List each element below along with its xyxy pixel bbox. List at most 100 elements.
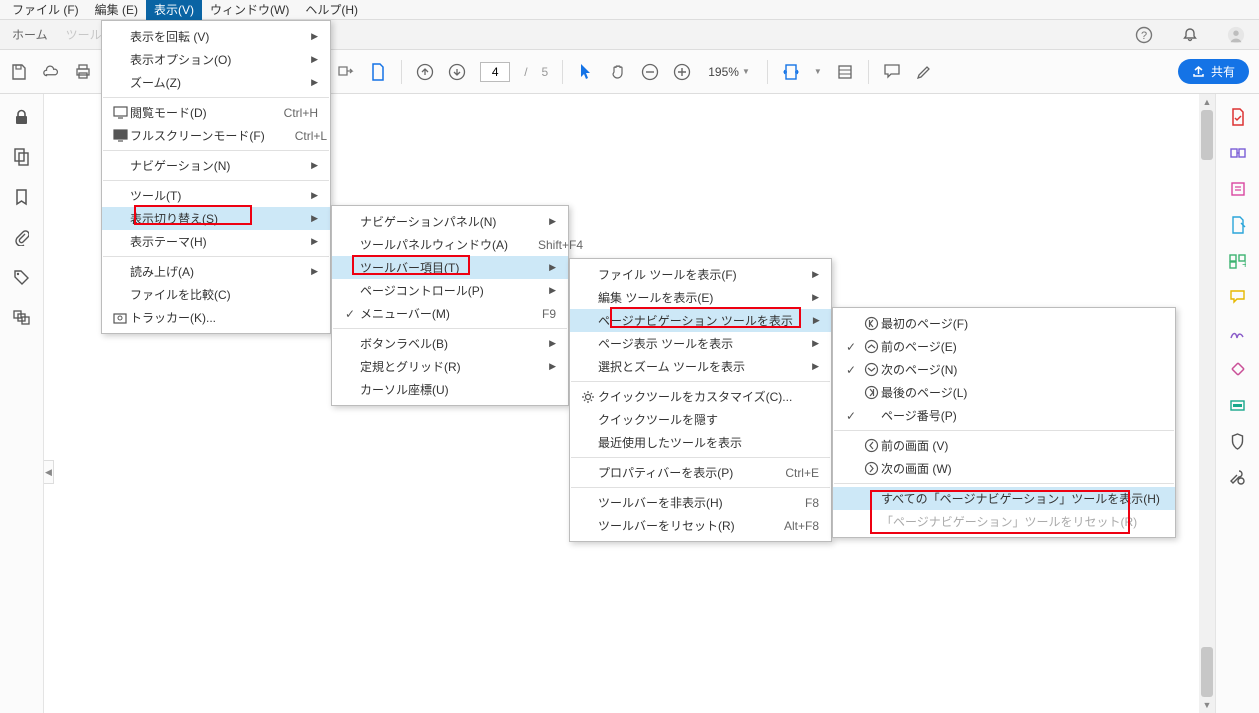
fit-width-icon[interactable]: [782, 63, 800, 81]
save-icon[interactable]: [10, 63, 28, 81]
menu-hide-quick[interactable]: クイックツールを隠す: [570, 408, 831, 431]
scroll-up-icon[interactable]: ▲: [1199, 94, 1215, 110]
menu-display-options[interactable]: 表示オプション(O)▶: [102, 48, 330, 71]
menu-button-labels[interactable]: ボタンラベル(B)▶: [332, 332, 568, 355]
menu-display-theme[interactable]: 表示テーマ(H)▶: [102, 230, 330, 253]
tag-icon[interactable]: [13, 268, 31, 286]
menu-menubar[interactable]: ✓メニューバー(M)F9: [332, 302, 568, 325]
layers-icon[interactable]: [13, 308, 31, 326]
comment-icon[interactable]: [883, 63, 901, 81]
menu-toggle-display[interactable]: 表示切り替え(S)▶: [102, 207, 330, 230]
send-icon[interactable]: [337, 63, 355, 81]
menu-next-view[interactable]: 次の画面 (W): [833, 457, 1175, 480]
menu-reset-toolbar[interactable]: ツールバーをリセット(R)Alt+F8: [570, 514, 831, 537]
menu-select-zoom-tools[interactable]: 選択とズーム ツールを表示▶: [570, 355, 831, 378]
menu-customize-quick[interactable]: クイックツールをカスタマイズ(C)...: [570, 385, 831, 408]
request-sign-icon[interactable]: [1229, 216, 1247, 234]
menu-prev-view[interactable]: 前の画面 (V): [833, 434, 1175, 457]
scroll-thumb[interactable]: [1201, 110, 1213, 160]
menu-file-tools[interactable]: ファイル ツールを表示(F)▶: [570, 263, 831, 286]
menu-page-nav-tools[interactable]: ページナビゲーション ツールを表示▶: [570, 309, 831, 332]
menu-tracker[interactable]: トラッカー(K)...: [102, 306, 330, 329]
help-icon[interactable]: ?: [1135, 26, 1153, 44]
print-icon[interactable]: [74, 63, 92, 81]
menu-file[interactable]: ファイル (F): [4, 0, 87, 20]
zoom-out-icon[interactable]: [641, 63, 659, 81]
menu-read-aloud[interactable]: 読み上げ(A)▶: [102, 260, 330, 283]
menu-navigation[interactable]: ナビゲーション(N)▶: [102, 154, 330, 177]
menu-rotate-view[interactable]: 表示を回転 (V)▶: [102, 25, 330, 48]
menubar: ファイル (F) 編集 (E) 表示(V) ウィンドウ(W) ヘルプ(H): [0, 0, 1259, 20]
redact-icon[interactable]: [1229, 396, 1247, 414]
menu-last-page[interactable]: 最後のページ(L): [833, 381, 1175, 404]
check-icon: ✓: [841, 363, 861, 377]
attachment-icon[interactable]: [13, 228, 31, 246]
page-up-icon[interactable]: [416, 63, 434, 81]
left-rail: [0, 94, 44, 713]
zoom-level[interactable]: 195%▼: [705, 62, 753, 82]
menu-help[interactable]: ヘルプ(H): [297, 0, 366, 20]
organize-icon[interactable]: +: [1229, 252, 1247, 270]
prev-page-icon: [861, 339, 881, 354]
menu-compare-files[interactable]: ファイルを比較(C): [102, 283, 330, 306]
menu-page-controls[interactable]: ページコントロール(P)▶: [332, 279, 568, 302]
share-button[interactable]: 共有: [1178, 59, 1249, 84]
more-tools-icon[interactable]: [1229, 468, 1247, 486]
menu-tool-panel[interactable]: ツールパネルウィンドウ(A)Shift+F4: [332, 233, 568, 256]
menu-zoom[interactable]: ズーム(Z)▶: [102, 71, 330, 94]
menu-edit[interactable]: 編集 (E): [87, 0, 146, 20]
menu-window[interactable]: ウィンドウ(W): [202, 0, 297, 20]
next-view-icon: [861, 461, 881, 476]
lock-icon[interactable]: [13, 108, 31, 126]
highlight-icon[interactable]: [915, 63, 933, 81]
hand-icon[interactable]: [609, 63, 627, 81]
menu-fullscreen[interactable]: フルスクリーンモード(F)Ctrl+L: [102, 124, 330, 147]
menu-cursor-coord[interactable]: カーソル座標(U): [332, 378, 568, 401]
bookmark-icon[interactable]: [13, 188, 31, 206]
protect-icon[interactable]: [1229, 432, 1247, 450]
fullscreen-icon: [110, 129, 130, 142]
share-icon: [1192, 65, 1205, 78]
menu-edit-tools[interactable]: 編集 ツールを表示(E)▶: [570, 286, 831, 309]
thumbnails-icon[interactable]: [13, 148, 31, 166]
measure-icon[interactable]: [1229, 360, 1247, 378]
menu-hide-toolbar[interactable]: ツールバーを非表示(H)F8: [570, 491, 831, 514]
menu-nav-panel[interactable]: ナビゲーションパネル(N)▶: [332, 210, 568, 233]
zoom-in-icon[interactable]: [673, 63, 691, 81]
menu-show-all-pagenav[interactable]: すべての「ページナビゲーション」ツールを表示(H): [833, 487, 1175, 510]
next-page-icon: [861, 362, 881, 377]
menu-property-bar[interactable]: プロパティバーを表示(P)Ctrl+E: [570, 461, 831, 484]
pointer-icon[interactable]: [577, 63, 595, 81]
scroll-mode-icon[interactable]: [836, 63, 854, 81]
page-number-input[interactable]: [480, 62, 510, 82]
collapse-left-icon[interactable]: ◀: [44, 460, 54, 484]
menu-first-page[interactable]: 最初のページ(F): [833, 312, 1175, 335]
bell-icon[interactable]: [1181, 26, 1199, 44]
comment-tool-icon[interactable]: [1229, 288, 1247, 306]
edit-pdf-icon[interactable]: [1229, 180, 1247, 198]
menu-prev-page[interactable]: ✓前のページ(E): [833, 335, 1175, 358]
nav-tools[interactable]: ツール: [66, 26, 102, 43]
menu-rulers-grid[interactable]: 定規とグリッド(R)▶: [332, 355, 568, 378]
nav-home[interactable]: ホーム: [12, 26, 48, 43]
page-icon[interactable]: [369, 63, 387, 81]
menu-page-display-tools[interactable]: ページ表示 ツールを表示▶: [570, 332, 831, 355]
account-icon[interactable]: [1227, 26, 1245, 44]
menu-next-page[interactable]: ✓次のページ(N): [833, 358, 1175, 381]
menu-page-number[interactable]: ✓ページ番号(P): [833, 404, 1175, 427]
total-pages: 5: [542, 65, 549, 79]
menu-view[interactable]: 表示(V): [146, 0, 202, 20]
check-icon: ✓: [841, 340, 861, 354]
scroll-thumb-bottom[interactable]: [1201, 647, 1213, 697]
menu-tools[interactable]: ツール(T)▶: [102, 184, 330, 207]
menu-toolbar-items[interactable]: ツールバー項目(T)▶: [332, 256, 568, 279]
page-down-icon[interactable]: [448, 63, 466, 81]
menu-recent-tools[interactable]: 最近使用したツールを表示: [570, 431, 831, 454]
vertical-scrollbar[interactable]: ▲ ▼: [1199, 94, 1215, 713]
export-pdf-icon[interactable]: [1229, 144, 1247, 162]
menu-read-mode[interactable]: 閲覧モード(D)Ctrl+H: [102, 101, 330, 124]
scroll-down-icon[interactable]: ▼: [1199, 697, 1215, 713]
create-pdf-icon[interactable]: [1229, 108, 1247, 126]
cloud-icon[interactable]: [42, 63, 60, 81]
fill-sign-icon[interactable]: [1229, 324, 1247, 342]
